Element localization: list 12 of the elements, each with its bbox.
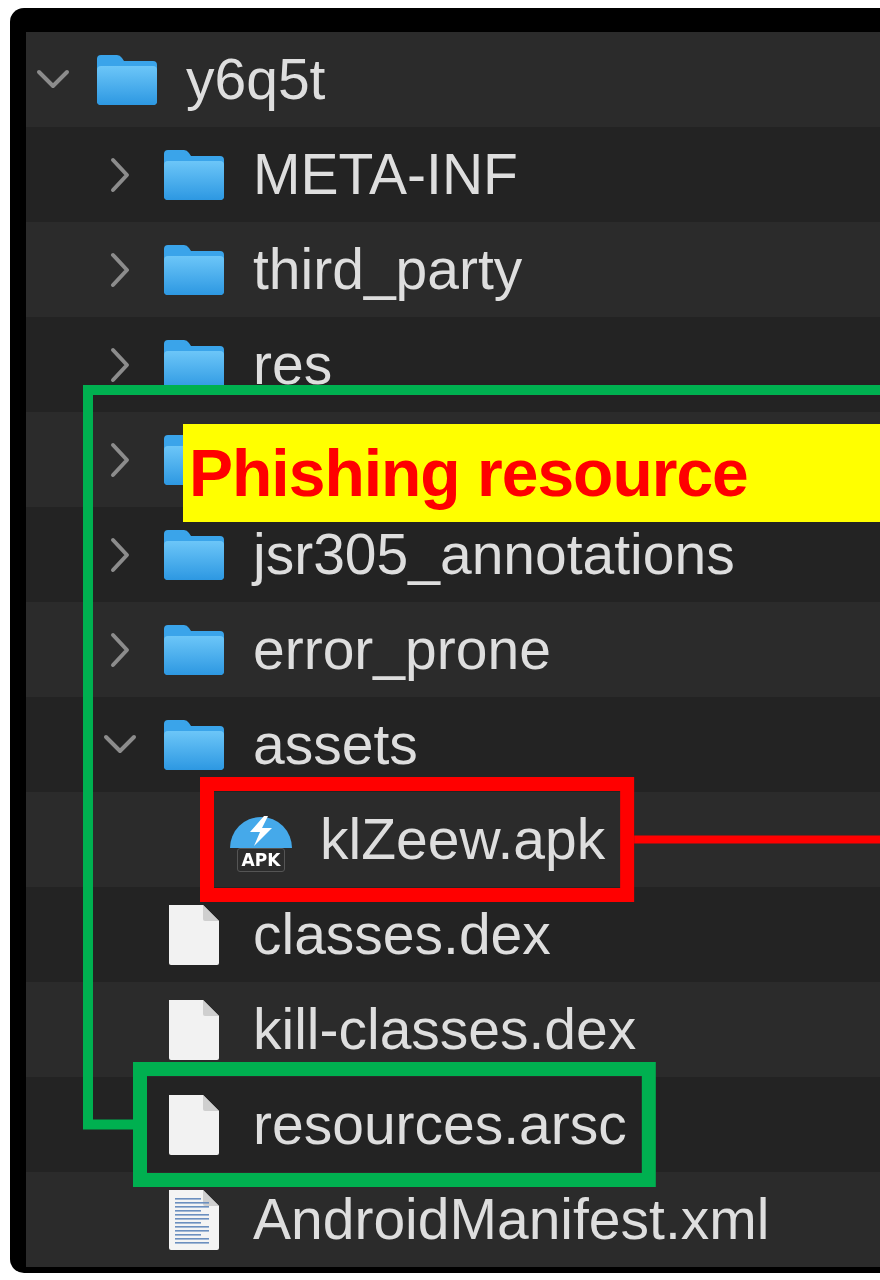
folder-icon	[162, 242, 226, 297]
file-name[interactable]: META-INF	[253, 146, 518, 203]
folder-icon	[162, 432, 184, 487]
folder-icon	[162, 622, 226, 677]
file-name[interactable]: assets	[253, 716, 418, 773]
folder-icon	[162, 717, 226, 772]
folder-icon	[95, 52, 159, 107]
file-type-label: APK	[236, 847, 286, 872]
file-name[interactable]: res	[253, 336, 333, 393]
callout-label: Phishing resource	[183, 424, 880, 522]
folder-icon	[162, 147, 226, 202]
folder-icon	[162, 527, 226, 582]
